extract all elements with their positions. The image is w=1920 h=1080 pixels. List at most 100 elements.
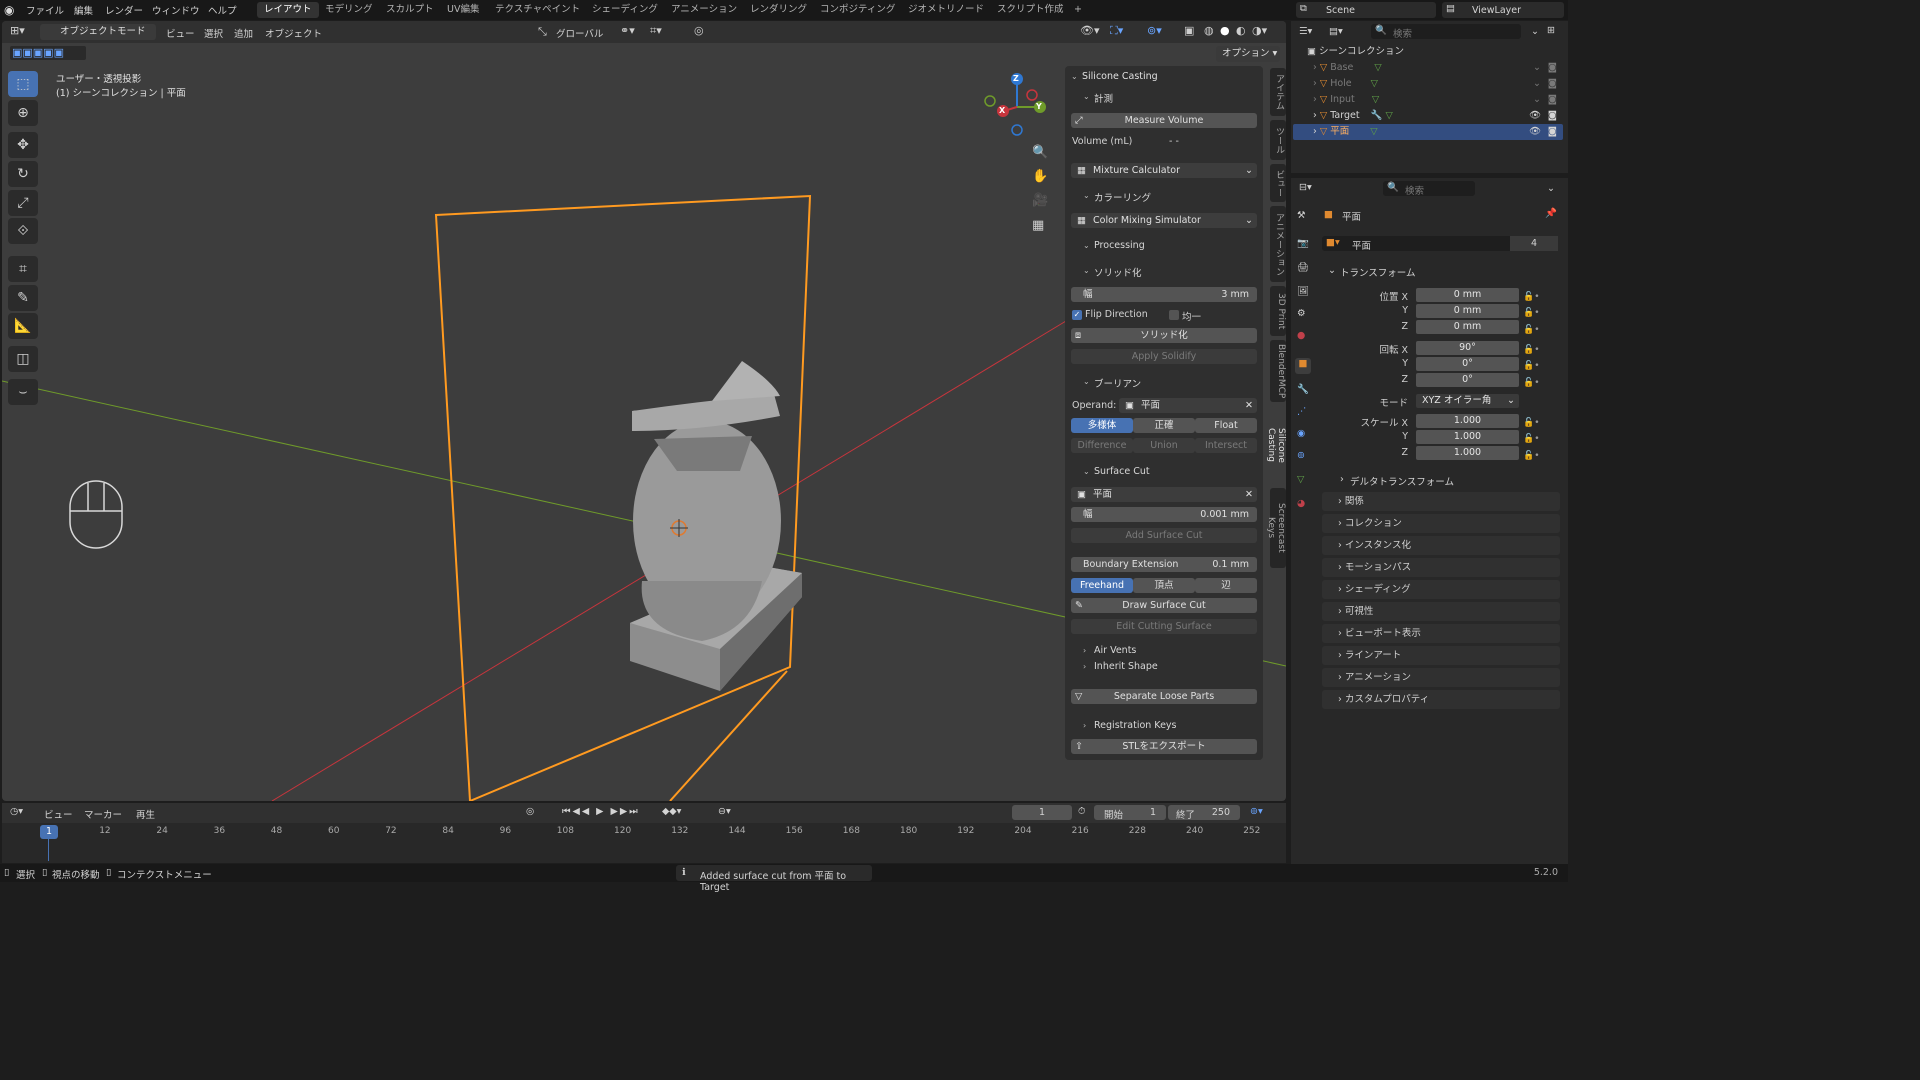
chevron-right-icon[interactable]: ›	[1293, 62, 1317, 73]
move-tool-icon[interactable]: ✥	[8, 132, 38, 158]
section-viewport-display[interactable]: › ビューポート表示	[1322, 624, 1560, 643]
tab-item[interactable]: アイテム	[1270, 68, 1286, 116]
tab-texture-paint[interactable]: テクスチャペイント	[488, 2, 587, 18]
cut-object-field[interactable]: ▣ 平面 ✕	[1071, 487, 1257, 502]
separate-loose-parts-button[interactable]: ▽ Separate Loose Parts	[1071, 689, 1257, 704]
selection-mode-buttons[interactable]: ▣▣▣▣▣	[10, 46, 86, 60]
eye-icon[interactable]: 👁	[1529, 124, 1541, 140]
lock-icons[interactable]: 🔓• 🔓• 🔓•	[1523, 415, 1540, 464]
apply-solidify-button[interactable]: Apply Solidify	[1071, 349, 1257, 364]
timeline-settings-icon[interactable]: ⊚▾	[1250, 806, 1263, 817]
rotate-tool-icon[interactable]: ↻	[8, 161, 38, 187]
section-custom-properties[interactable]: › カスタムプロパティ	[1322, 690, 1560, 709]
editor-type-icon[interactable]: ⊞▾	[10, 24, 25, 37]
menu-file[interactable]: ファイル	[26, 3, 64, 17]
tab-view[interactable]: ビュー	[1270, 164, 1286, 202]
inherit-shape-section[interactable]: Inherit Shape	[1094, 661, 1158, 672]
select-box-tool-icon[interactable]: ⬚	[8, 71, 38, 97]
filter-icon[interactable]: ⌄	[1531, 26, 1539, 37]
playback-controls-icon[interactable]: ⏮◀◀ ▶ ▶▶⏭	[562, 806, 640, 817]
solver-float-button[interactable]: Float	[1195, 418, 1257, 433]
transform-section[interactable]: トランスフォーム	[1340, 265, 1416, 279]
chevron-down-icon[interactable]: ⌄	[1547, 183, 1555, 194]
tool-tab-icon[interactable]: ⚒	[1297, 210, 1306, 221]
object-name-field[interactable]: ■▾ 平面 4	[1322, 236, 1558, 252]
wireframe-shading-icon[interactable]: ◍	[1204, 24, 1214, 37]
display-mode-icon[interactable]: ▤▾	[1329, 26, 1343, 37]
timeline-menu-view[interactable]: ビュー	[44, 807, 73, 821]
add-workspace-icon[interactable]: +	[1067, 2, 1089, 18]
flip-direction-checkbox[interactable]: ✓	[1072, 310, 1082, 320]
rotation-y[interactable]: 0°	[1416, 357, 1519, 371]
lock-icons[interactable]: 🔓• 🔓• 🔓•	[1523, 342, 1540, 391]
add-surface-cut-button[interactable]: Add Surface Cut	[1071, 528, 1257, 543]
pivot-icon[interactable]: ⚭▾	[620, 24, 635, 37]
outliner-search-input[interactable]: 🔍 検索	[1371, 24, 1521, 40]
perspective-grid-icon[interactable]: ▦	[1032, 218, 1044, 233]
processing-section[interactable]: Processing	[1094, 240, 1145, 251]
rotation-mode-dropdown[interactable]: XYZ オイラー角 ⌄	[1416, 394, 1519, 408]
tab-shading[interactable]: シェーディング	[585, 2, 665, 18]
registration-keys-section[interactable]: Registration Keys	[1094, 720, 1176, 731]
delta-transform-section[interactable]: デルタトランスフォーム	[1350, 474, 1454, 488]
auto-key-icon[interactable]: ⊖▾	[718, 806, 731, 817]
modifier-tab-icon[interactable]: 🔧	[1297, 384, 1309, 395]
menu-edit[interactable]: 編集	[74, 3, 93, 17]
measure-tool-icon[interactable]: 📐	[8, 313, 38, 339]
list-item[interactable]: › ▽ Hole ▽ ⌄ ◙	[1293, 76, 1563, 92]
eye-icon[interactable]: 👁	[1529, 108, 1541, 124]
output-tab-icon[interactable]: 🖨	[1297, 262, 1309, 273]
coloring-section[interactable]: カラーリング	[1094, 190, 1151, 204]
scale-y[interactable]: 1.000	[1416, 430, 1519, 444]
gizmo-y-label[interactable]: Y	[1036, 102, 1042, 111]
mixture-calculator-subpanel[interactable]: ▦ Mixture Calculator ⌄	[1071, 163, 1257, 178]
menu-render[interactable]: レンダー	[105, 3, 143, 17]
edit-cutting-surface-button[interactable]: Edit Cutting Surface	[1071, 619, 1257, 634]
outliner-editor-icon[interactable]: ☰▾	[1299, 26, 1312, 37]
tab-modeling[interactable]: モデリング	[318, 2, 380, 18]
mode-selector[interactable]: オブジェクトモード	[40, 24, 156, 40]
tab-geometry-nodes[interactable]: ジオメトリノード	[901, 2, 991, 18]
tab-animation[interactable]: アニメーション	[664, 2, 744, 18]
material-tab-icon[interactable]: ◕	[1297, 498, 1305, 509]
current-frame-field[interactable]: 1	[1012, 805, 1072, 820]
section-line-art[interactable]: › ラインアート	[1322, 646, 1560, 665]
scene-selector[interactable]: ⧉ Scene	[1296, 2, 1436, 18]
timeline-menu-marker[interactable]: マーカー	[84, 807, 122, 821]
start-frame-field[interactable]: 開始 1	[1094, 805, 1166, 821]
data-tab-icon[interactable]: ▽	[1297, 474, 1304, 485]
solidify-button[interactable]: ⧈ ソリッド化	[1071, 328, 1257, 343]
draw-mode-vertex[interactable]: 頂点	[1133, 578, 1195, 593]
record-icon[interactable]: ◎	[526, 806, 534, 817]
location-z[interactable]: 0 mm	[1416, 320, 1519, 334]
viewport-menu-view[interactable]: ビュー	[166, 26, 195, 40]
tab-3d-print[interactable]: 3D Print	[1270, 286, 1286, 336]
object-tab-icon[interactable]: ■	[1295, 358, 1311, 374]
solid-shading-icon[interactable]: ●	[1220, 24, 1230, 37]
add-cube-tool-icon[interactable]: ◫	[8, 346, 38, 372]
constraints-tab-icon[interactable]: ⊚	[1297, 450, 1305, 461]
tab-compositing[interactable]: コンポジティング	[813, 2, 902, 18]
list-item-selected[interactable]: › ▽ 平面 ▽ 👁 ◙	[1293, 124, 1563, 140]
section-motion-paths[interactable]: › モーションパス	[1322, 558, 1560, 577]
section-relations[interactable]: › 関係	[1322, 492, 1560, 511]
scale-tool-icon[interactable]: ⤢	[8, 190, 38, 216]
timeline-track[interactable]: 1 12 24 36 48 60 72 84 96 108 120 132 144 156 168 180 19…	[2, 823, 1286, 863]
tab-animation-side[interactable]: アニメーション	[1270, 206, 1286, 282]
tab-scripting[interactable]: スクリプト作成	[990, 2, 1071, 18]
chevron-right-icon[interactable]: ›	[1340, 474, 1344, 485]
scale-z[interactable]: 1.000	[1416, 446, 1519, 460]
solidify-section[interactable]: ソリッド化	[1094, 265, 1142, 279]
timeline-editor-icon[interactable]: ◷▾	[10, 806, 23, 817]
transform-tool-icon[interactable]: ⟐	[8, 218, 38, 244]
operand-field[interactable]: ▣ 平面 ✕	[1119, 398, 1257, 413]
tab-uv[interactable]: UV編集	[440, 2, 486, 18]
draw-mode-freehand[interactable]: Freehand	[1071, 578, 1133, 593]
draw-mode-edge[interactable]: 辺	[1195, 578, 1257, 593]
tab-layout[interactable]: レイアウト	[257, 2, 319, 18]
solidify-width-field[interactable]: 幅 3 mm	[1071, 287, 1257, 302]
section-collections[interactable]: › コレクション	[1322, 514, 1560, 533]
menu-help[interactable]: ヘルプ	[208, 3, 237, 17]
outliner-root[interactable]: ▣ シーンコレクション	[1293, 44, 1563, 60]
properties-search-input[interactable]: 🔍 検索	[1383, 181, 1475, 197]
